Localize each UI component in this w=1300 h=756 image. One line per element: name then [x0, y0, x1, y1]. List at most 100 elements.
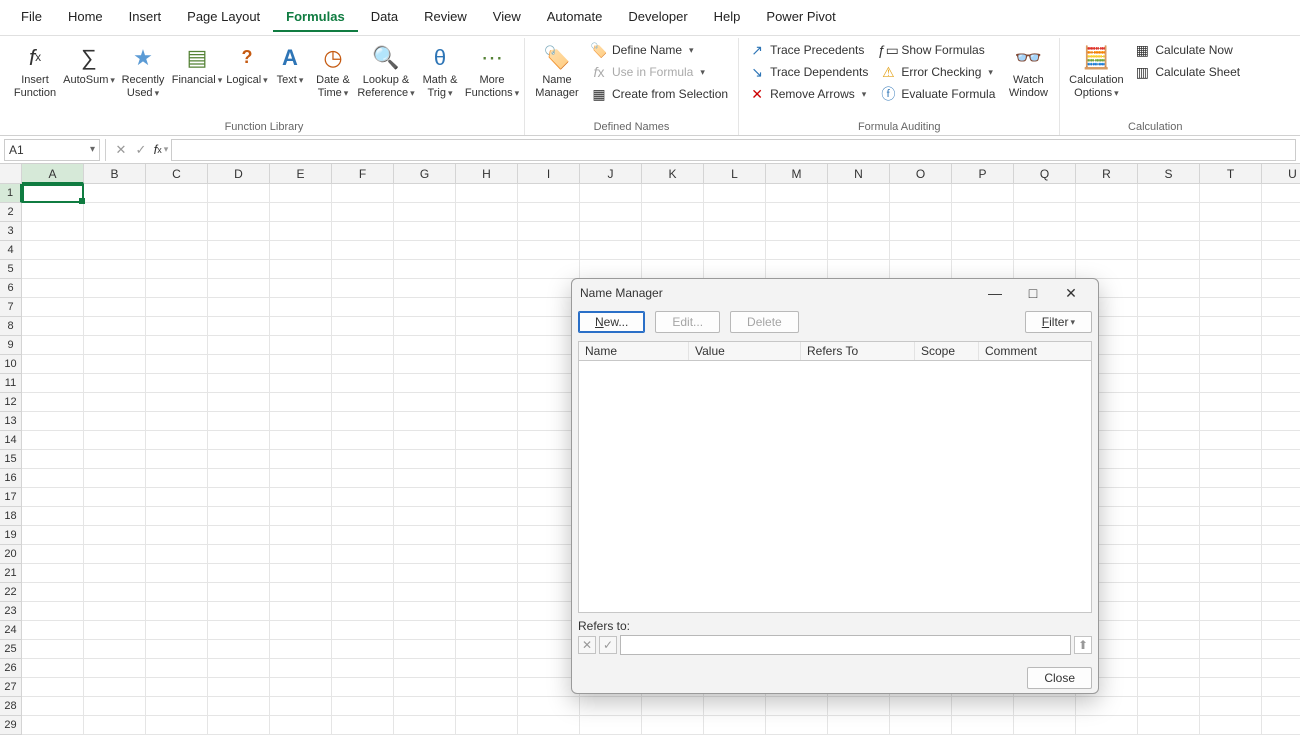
cell[interactable]: [146, 469, 208, 488]
formula-input[interactable]: [171, 139, 1296, 161]
cell[interactable]: [394, 583, 456, 602]
cell[interactable]: [1200, 526, 1262, 545]
cell[interactable]: [146, 716, 208, 735]
close-button[interactable]: Close: [1027, 667, 1092, 689]
tab-home[interactable]: Home: [55, 3, 116, 32]
cell[interactable]: [1138, 317, 1200, 336]
cell[interactable]: [1200, 659, 1262, 678]
cell[interactable]: [84, 507, 146, 526]
cell[interactable]: [1262, 621, 1300, 640]
cell[interactable]: [270, 184, 332, 203]
cell[interactable]: [394, 298, 456, 317]
cell[interactable]: [518, 716, 580, 735]
cell[interactable]: [1014, 260, 1076, 279]
cell[interactable]: [270, 640, 332, 659]
cell[interactable]: [208, 241, 270, 260]
cell[interactable]: [394, 336, 456, 355]
row-header[interactable]: 5: [0, 260, 22, 279]
close-x-button[interactable]: ✕: [1052, 281, 1090, 305]
cell[interactable]: [270, 469, 332, 488]
cell[interactable]: [146, 697, 208, 716]
cell[interactable]: [84, 488, 146, 507]
cell[interactable]: [952, 222, 1014, 241]
cell[interactable]: [704, 697, 766, 716]
cell[interactable]: [1262, 659, 1300, 678]
cell[interactable]: [394, 469, 456, 488]
date-time-button[interactable]: ◷ Date & Time▾: [310, 38, 356, 100]
cell[interactable]: [146, 507, 208, 526]
financial-button[interactable]: ▤ Financial▾: [170, 38, 224, 87]
cell[interactable]: [270, 241, 332, 260]
cell[interactable]: [332, 583, 394, 602]
cell[interactable]: [270, 260, 332, 279]
col-name[interactable]: Name: [579, 342, 689, 360]
define-name-button[interactable]: 🏷️Define Name▾: [585, 40, 734, 60]
cell[interactable]: [1138, 279, 1200, 298]
col-scope[interactable]: Scope: [915, 342, 979, 360]
cell[interactable]: [332, 393, 394, 412]
cell[interactable]: [22, 203, 84, 222]
cell[interactable]: [1262, 697, 1300, 716]
row-header[interactable]: 24: [0, 621, 22, 640]
cell[interactable]: [146, 431, 208, 450]
cell[interactable]: [1200, 279, 1262, 298]
tab-file[interactable]: File: [8, 3, 55, 32]
cell[interactable]: [146, 602, 208, 621]
cell[interactable]: [828, 203, 890, 222]
cell[interactable]: [1138, 488, 1200, 507]
cell[interactable]: [394, 355, 456, 374]
cell[interactable]: [208, 507, 270, 526]
cell[interactable]: [146, 526, 208, 545]
cell[interactable]: [84, 621, 146, 640]
autosum-button[interactable]: ∑ AutoSum▾: [62, 38, 116, 87]
cell[interactable]: [1262, 678, 1300, 697]
cell[interactable]: [1200, 488, 1262, 507]
cell[interactable]: [394, 203, 456, 222]
cell[interactable]: [642, 203, 704, 222]
cell[interactable]: [1200, 260, 1262, 279]
cell[interactable]: [208, 184, 270, 203]
cell[interactable]: [270, 393, 332, 412]
cell[interactable]: [332, 260, 394, 279]
cell[interactable]: [208, 659, 270, 678]
cell[interactable]: [84, 526, 146, 545]
cell[interactable]: [208, 621, 270, 640]
evaluate-formula-button[interactable]: ⓕEvaluate Formula: [874, 84, 1001, 104]
cell[interactable]: [394, 412, 456, 431]
cell[interactable]: [270, 279, 332, 298]
cell[interactable]: [1014, 184, 1076, 203]
cell[interactable]: [394, 279, 456, 298]
trace-precedents-button[interactable]: ↗Trace Precedents: [743, 40, 874, 60]
cell[interactable]: [332, 488, 394, 507]
cell[interactable]: [642, 697, 704, 716]
cell[interactable]: [1262, 355, 1300, 374]
cell[interactable]: [456, 678, 518, 697]
cell[interactable]: [208, 298, 270, 317]
cell[interactable]: [270, 659, 332, 678]
cell[interactable]: [332, 203, 394, 222]
cell[interactable]: [1200, 298, 1262, 317]
cell[interactable]: [84, 374, 146, 393]
col-header[interactable]: C: [146, 164, 208, 184]
cell[interactable]: [1138, 678, 1200, 697]
cell[interactable]: [704, 716, 766, 735]
name-manager-button[interactable]: 🏷️ Name Manager: [529, 38, 585, 100]
cell[interactable]: [22, 697, 84, 716]
cell[interactable]: [394, 716, 456, 735]
cell[interactable]: [766, 241, 828, 260]
cell[interactable]: [456, 260, 518, 279]
cell[interactable]: [456, 431, 518, 450]
cell[interactable]: [1138, 583, 1200, 602]
cell[interactable]: [642, 260, 704, 279]
cell[interactable]: [704, 260, 766, 279]
cell[interactable]: [394, 621, 456, 640]
cell[interactable]: [1138, 564, 1200, 583]
cell[interactable]: [1138, 697, 1200, 716]
cell[interactable]: [1200, 564, 1262, 583]
cell[interactable]: [84, 336, 146, 355]
cell[interactable]: [890, 222, 952, 241]
cell[interactable]: [1262, 184, 1300, 203]
row-header[interactable]: 13: [0, 412, 22, 431]
cell[interactable]: [456, 336, 518, 355]
cell[interactable]: [456, 507, 518, 526]
